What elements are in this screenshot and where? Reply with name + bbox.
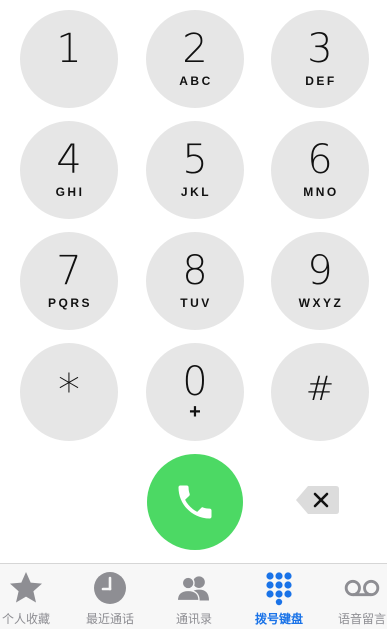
phone-dialer-screen: 1 2 ABC 3 DEF 4 GHI 5 JKL 6 MNO 7 PQRS 8…: [0, 0, 387, 629]
key-digit: #: [305, 369, 335, 409]
keypad-icon: [266, 572, 292, 606]
tab-voicemail[interactable]: 语音留言: [316, 564, 387, 629]
key-digit: 0: [182, 359, 208, 405]
star-icon: [10, 572, 42, 603]
tab-bar: 个人收藏 最近通话 通讯录 拨号键盘 语音留言: [0, 563, 387, 629]
key-7[interactable]: 7 PQRS: [20, 232, 118, 330]
key-letters: ABC: [179, 74, 213, 88]
key-letters: MNO: [303, 185, 339, 199]
key-1[interactable]: 1: [20, 10, 118, 108]
backspace-icon: [296, 486, 339, 514]
key-8[interactable]: 8 TUV: [146, 232, 244, 330]
delete-button[interactable]: [294, 482, 342, 518]
key-digit: 2: [182, 26, 208, 72]
key-digit: 5: [182, 137, 208, 183]
key-digit: 1: [56, 26, 82, 72]
key-letters: JKL: [180, 185, 212, 199]
key-letters: PQRS: [47, 296, 92, 310]
key-digit: 6: [307, 137, 333, 183]
key-digit: 3: [307, 26, 333, 72]
key-2[interactable]: 2 ABC: [146, 10, 244, 108]
key-4[interactable]: 4 GHI: [20, 121, 118, 219]
phone-icon: [178, 485, 212, 519]
key-3[interactable]: 3 DEF: [271, 10, 369, 108]
key-digit: 8: [182, 248, 208, 294]
key-letters: GHI: [55, 185, 85, 199]
tab-label: 语音留言: [337, 612, 386, 626]
call-button[interactable]: [147, 454, 243, 550]
key-0[interactable]: 0 +: [146, 343, 244, 441]
key-plus-label: +: [189, 401, 201, 423]
key-digit: *: [58, 365, 80, 416]
key-letters: WXYZ: [298, 296, 344, 310]
contacts-icon: [176, 576, 209, 602]
key-letters: DEF: [305, 74, 337, 88]
key-5[interactable]: 5 JKL: [146, 121, 244, 219]
key-digit: 7: [56, 248, 82, 294]
voicemail-icon: [344, 579, 380, 597]
clock-icon: [94, 572, 126, 604]
key-9[interactable]: 9 WXYZ: [271, 232, 369, 330]
key-digit: 9: [307, 248, 333, 294]
key-star[interactable]: *: [20, 343, 118, 441]
key-6[interactable]: 6 MNO: [271, 121, 369, 219]
key-digit: 4: [56, 137, 82, 183]
key-hash[interactable]: #: [271, 343, 369, 441]
key-letters: TUV: [180, 296, 212, 310]
